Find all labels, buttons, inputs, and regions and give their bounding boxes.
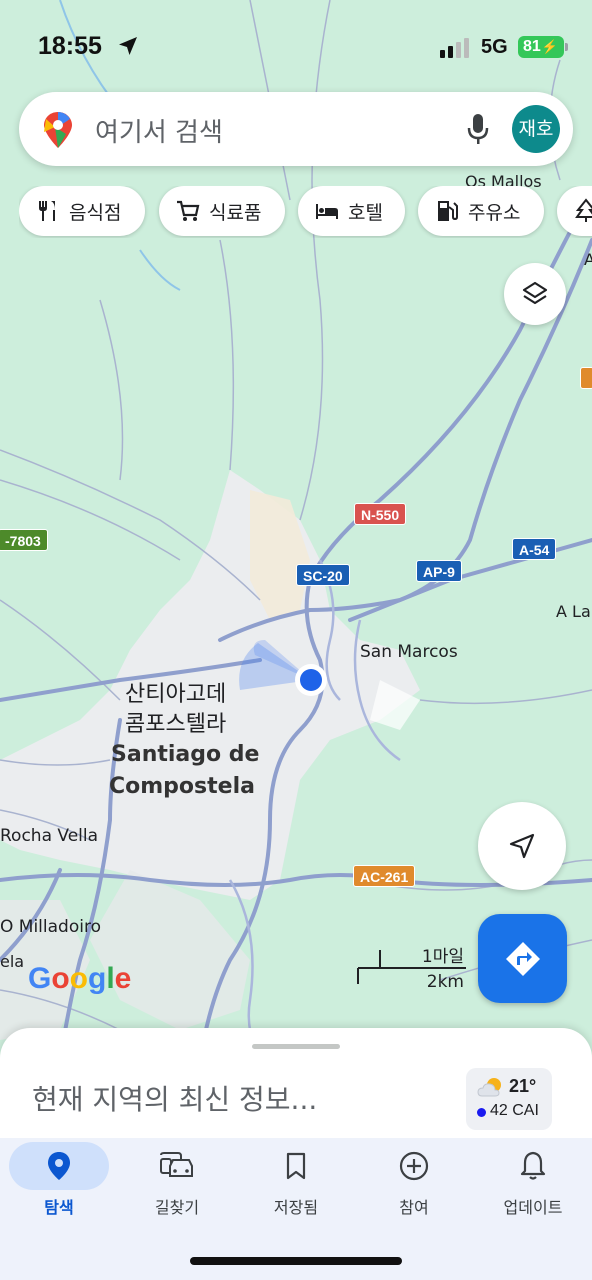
nav-contribute-pill xyxy=(364,1142,464,1190)
nav-saved[interactable]: 저장됨 xyxy=(237,1138,355,1228)
nav-saved-pill xyxy=(246,1142,346,1190)
search-bar[interactable]: 여기서 검색 재호 xyxy=(19,92,573,166)
road-shield-a54: A-54 xyxy=(512,538,557,560)
chip-hotels[interactable]: 호텔 xyxy=(298,186,405,236)
scale-miles: 1마일 xyxy=(421,947,464,967)
city-label-ko-line2[interactable]: 콤포스텔라 xyxy=(125,706,226,738)
sheet-drag-handle[interactable] xyxy=(252,1044,340,1049)
nav-label: 업데이트 xyxy=(503,1198,563,1217)
road-shield-7803: -7803 xyxy=(0,529,48,551)
google-logo: Google xyxy=(28,962,132,995)
explore-bottom-sheet[interactable]: 현재 지역의 최신 정보... 21° 42 CAI xyxy=(0,1028,592,1138)
chip-label: 음식점 xyxy=(69,201,122,224)
nav-label: 참여 xyxy=(399,1198,429,1217)
layers-button[interactable] xyxy=(504,263,566,325)
chip-gas-stations[interactable]: 주유소 xyxy=(418,186,544,236)
nav-label: 저장됨 xyxy=(273,1198,319,1217)
gas-pump-icon xyxy=(438,201,458,221)
road-shield-n550: N-550 xyxy=(354,503,407,525)
road-shield-partial xyxy=(580,367,592,389)
fork-knife-icon xyxy=(39,201,55,221)
directions-button[interactable] xyxy=(478,914,567,1003)
nav-directions[interactable]: 길찾기 xyxy=(118,1138,236,1228)
account-avatar[interactable]: 재호 xyxy=(512,105,560,153)
nav-updates[interactable]: 업데이트 xyxy=(474,1138,592,1228)
chip-label: 주유소 xyxy=(468,201,521,224)
city-label-en-line1[interactable]: Santiago de xyxy=(111,742,259,767)
bell-icon xyxy=(520,1151,546,1180)
google-maps-logo-icon xyxy=(44,112,72,148)
air-quality-value: 42 CAI xyxy=(490,1102,539,1119)
status-bar: 18:55 5G 81⚡ xyxy=(0,0,592,90)
network-type: 5G xyxy=(481,36,508,58)
place-label-milladoiro[interactable]: O Milladoiro xyxy=(0,917,101,937)
commute-car-icon xyxy=(160,1152,193,1177)
nav-updates-pill xyxy=(483,1142,583,1190)
road-shield-ac261: AC-261 xyxy=(353,865,416,887)
chip-label: 호텔 xyxy=(348,201,383,224)
city-label-en-line2[interactable]: Compostela xyxy=(109,774,255,799)
explore-pin-icon xyxy=(48,1152,70,1180)
partly-cloudy-icon xyxy=(477,1078,501,1097)
road-shield-ap9: AP-9 xyxy=(416,560,462,582)
nav-directions-pill xyxy=(127,1142,227,1190)
weather-widget[interactable]: 21° 42 CAI xyxy=(466,1068,552,1130)
battery-tip xyxy=(565,43,568,51)
battery-indicator: 81⚡ xyxy=(518,36,564,58)
add-circle-icon xyxy=(399,1151,429,1181)
nav-explore[interactable]: 탐색 xyxy=(0,1138,118,1228)
place-label-ela[interactable]: ela xyxy=(0,952,24,971)
bed-icon xyxy=(316,204,338,219)
signal-bars-icon xyxy=(440,38,469,58)
battery-level: 81 xyxy=(523,38,541,55)
chip-parks[interactable] xyxy=(557,186,592,236)
charging-bolt-icon: ⚡ xyxy=(541,39,558,54)
nav-label: 길찾기 xyxy=(154,1198,200,1217)
city-label-ko-line1[interactable]: 산티아고데 xyxy=(125,676,226,708)
place-label-rocha-vella[interactable]: Rocha Vella xyxy=(0,826,98,846)
bookmark-icon xyxy=(286,1152,306,1180)
air-quality-dot xyxy=(477,1108,486,1117)
nav-contribute[interactable]: 참여 xyxy=(355,1138,473,1228)
microphone-icon[interactable] xyxy=(465,112,491,146)
directions-icon xyxy=(505,941,540,976)
weather-temperature: 21° xyxy=(509,1076,537,1096)
search-input[interactable]: 여기서 검색 xyxy=(95,112,223,149)
nav-explore-pill xyxy=(9,1142,109,1190)
category-chips: 음식점 식료품 호텔 주유소 xyxy=(19,186,592,238)
navigation-arrow-icon xyxy=(509,833,535,859)
cart-icon xyxy=(177,200,200,221)
layers-icon xyxy=(522,281,548,305)
chip-label: 식료품 xyxy=(209,201,262,224)
map-scale: 1마일 2km xyxy=(356,940,468,996)
location-arrow-icon xyxy=(119,37,137,55)
my-location-button[interactable] xyxy=(478,802,566,890)
road-label-a-partial: A xyxy=(584,250,592,269)
status-time: 18:55 xyxy=(38,32,102,60)
road-shield-sc20: SC-20 xyxy=(296,564,350,586)
sheet-title[interactable]: 현재 지역의 최신 정보... xyxy=(32,1078,317,1118)
chip-restaurants[interactable]: 음식점 xyxy=(19,186,145,236)
chip-groceries[interactable]: 식료품 xyxy=(159,186,285,236)
scale-km: 2km xyxy=(426,972,464,992)
place-label-san-marcos[interactable]: San Marcos xyxy=(360,642,458,662)
home-indicator[interactable] xyxy=(190,1257,402,1265)
place-label-a-la[interactable]: A La xyxy=(556,602,591,621)
tree-icon xyxy=(575,198,592,222)
nav-label: 탐색 xyxy=(44,1198,74,1217)
